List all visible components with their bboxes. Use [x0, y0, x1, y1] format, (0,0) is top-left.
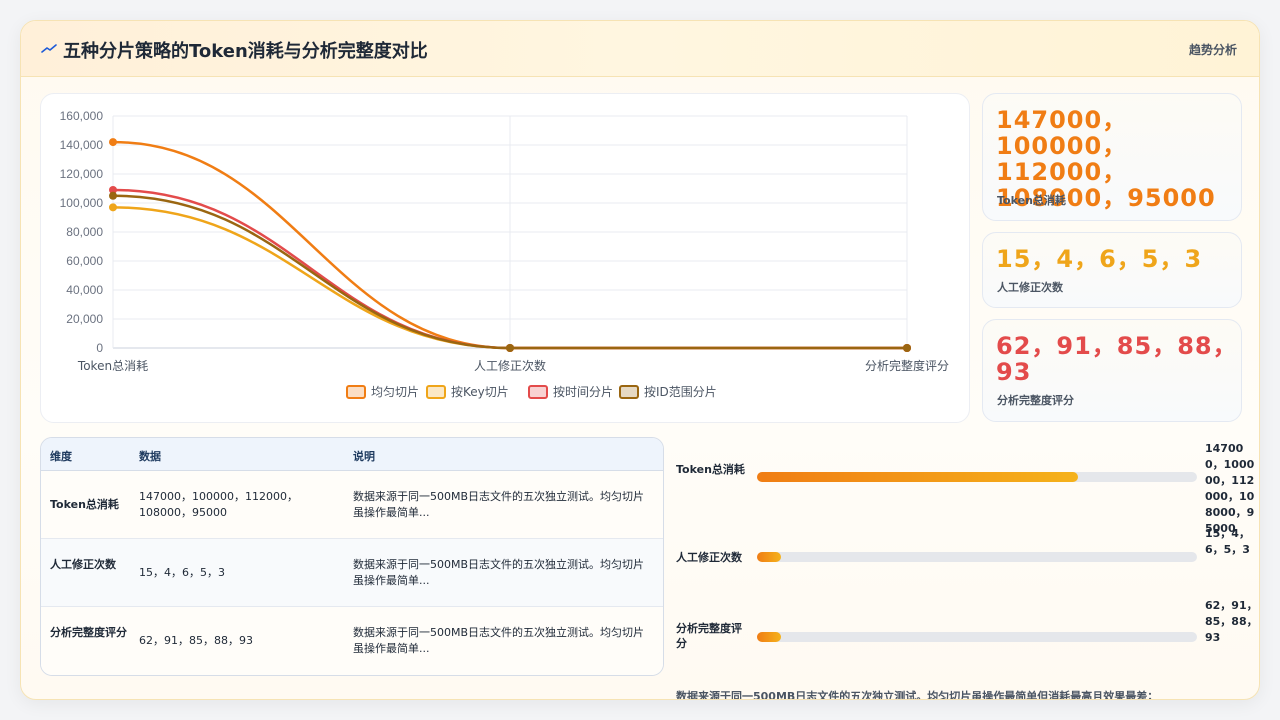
line-chart-panel: 0 20,000 40,000 60,000 80,000 100,000 120,000 1… — [40, 93, 970, 423]
legend-swatch — [426, 385, 446, 399]
y-tick-label: 140,000 — [60, 138, 104, 152]
y-tick-label: 80,000 — [66, 225, 103, 239]
legend-swatch — [619, 385, 639, 399]
bar-fill — [757, 472, 1079, 482]
stat-value: 15，4，6，5，3 — [996, 245, 1203, 273]
bar-value: 62，91，85，88，93 — [1205, 599, 1258, 644]
x-tick-label: Token总消耗 — [77, 359, 148, 373]
data-point — [109, 203, 117, 212]
dashboard-card: 五种分片策略的Token消耗与分析完整度对比 趋势分析 0 20,000 40,00… — [20, 20, 1260, 700]
stat-card-fix: 15，4，6，5，3 人工修正次数 — [982, 232, 1242, 308]
table-row: 人工修正次数 15，4，6，5，3 数据来源于同一500MB日志文件的五次独立测… — [41, 539, 663, 607]
data-point — [903, 344, 911, 352]
table-header: 维度 数据 说明 — [41, 438, 663, 471]
column-header: 维度 — [50, 450, 72, 463]
header: 五种分片策略的Token消耗与分析完整度对比 趋势分析 — [21, 21, 1259, 77]
bar-value: 15，4，6，5，3 — [1205, 527, 1250, 556]
y-tick-label: 40,000 — [66, 283, 103, 297]
x-tick-label: 人工修正次数 — [474, 358, 546, 373]
trend-analysis-link[interactable]: 趋势分析 — [1189, 41, 1237, 58]
legend-label: 按时间分片 — [553, 385, 613, 399]
bar-label: 人工修正次数 — [676, 551, 742, 564]
bar-label: Token总消耗 — [676, 463, 745, 476]
table-cell: 数据来源于同一500MB日志文件的五次独立测试。均匀切片虽操作最简单... — [353, 626, 645, 655]
data-table: 维度 数据 说明 Token总消耗 147000，100000，112000，1… — [40, 437, 664, 676]
legend-label: 均匀切片 — [371, 385, 419, 399]
y-tick-label: 120,000 — [60, 167, 104, 181]
bar-value: 147000，100000，112000，108000，95000 — [1205, 442, 1255, 535]
stat-card-score: 62，91，85，88，93 分析完整度评分 — [982, 319, 1242, 422]
bar-fill — [757, 632, 782, 642]
line-chart: 0 20,000 40,000 60,000 80,000 100,000 120,000 1… — [60, 109, 949, 399]
table-cell: 数据来源于同一500MB日志文件的五次独立测试。均匀切片虽操作最简单... — [353, 490, 645, 519]
table-cell: 147000，100000，112000，108000，95000 — [139, 490, 298, 519]
legend-swatch — [346, 385, 366, 399]
table-cell: 15，4，6，5，3 — [139, 566, 225, 579]
table-cell: 人工修正次数 — [50, 558, 116, 571]
table-cell: 62，91，85，88，93 — [139, 634, 253, 647]
data-point — [109, 138, 117, 147]
y-tick-label: 100,000 — [60, 196, 104, 210]
column-header: 说明 — [353, 450, 375, 463]
y-tick-label: 0 — [96, 341, 103, 355]
table-cell: Token总消耗 — [50, 498, 119, 511]
bar-track — [757, 552, 1197, 562]
stat-label: Token总消耗 — [997, 194, 1066, 207]
y-tick-label: 20,000 — [66, 312, 103, 326]
table-cell: 数据来源于同一500MB日志文件的五次独立测试。均匀切片虽操作最简单... — [353, 558, 645, 587]
x-tick-label: 分析完整度评分 — [865, 358, 949, 373]
legend-label: 按ID范围分片 — [644, 385, 717, 399]
bar-label: 分析完整度评分 — [676, 622, 742, 650]
trend-icon — [41, 44, 57, 53]
stat-card-token: 147000，100000，112000，108000，95000 Token总… — [982, 93, 1242, 221]
bar-track — [757, 632, 1197, 642]
page-title: 五种分片策略的Token消耗与分析完整度对比 — [63, 41, 428, 62]
bar-track — [757, 472, 1197, 482]
progress-bars: Token总消耗 147000，100000，112000，108000，950… — [676, 441, 1259, 699]
legend-swatch — [528, 385, 548, 399]
legend-label: 按Key切片 — [451, 385, 509, 399]
table-cell: 分析完整度评分 — [50, 626, 127, 639]
stat-value: 62，91，85，88，93 — [996, 332, 1238, 386]
table-row: 分析完整度评分 62，91，85，88，93 数据来源于同一500MB日志文件的… — [41, 607, 663, 675]
stat-label: 分析完整度评分 — [997, 394, 1074, 407]
data-point — [109, 191, 117, 200]
y-tick-label: 60,000 — [66, 254, 103, 268]
column-header: 数据 — [139, 450, 161, 463]
footnote: 数据来源于同一500MB日志文件的五次独立测试。均匀切片虽操作最简单但消耗最高且… — [676, 690, 1159, 700]
stat-label: 人工修正次数 — [997, 281, 1063, 294]
table-row: Token总消耗 147000，100000，112000，108000，950… — [41, 471, 663, 539]
bar-fill — [757, 552, 782, 562]
y-tick-label: 160,000 — [60, 109, 104, 123]
data-point — [506, 344, 514, 352]
